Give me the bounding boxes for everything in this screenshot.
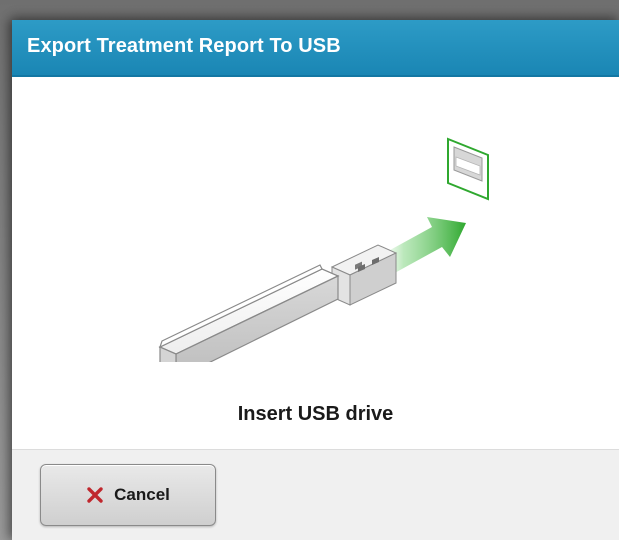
usb-drive-icon: [158, 244, 398, 362]
close-x-icon: [87, 487, 103, 503]
export-dialog: Export Treatment Report To USB Insert US…: [12, 20, 619, 540]
dialog-title-bar: Export Treatment Report To USB: [12, 20, 619, 77]
usb-port-icon: [447, 137, 489, 201]
cancel-button[interactable]: Cancel: [40, 464, 216, 526]
dialog-title: Export Treatment Report To USB: [27, 35, 341, 57]
dialog-content: Insert USB drive: [12, 77, 619, 449]
usb-insert-illustration: [158, 137, 489, 362]
cancel-button-label: Cancel: [114, 485, 170, 504]
dialog-footer: Cancel: [12, 449, 619, 540]
insert-usb-instruction: Insert USB drive: [237, 403, 394, 425]
